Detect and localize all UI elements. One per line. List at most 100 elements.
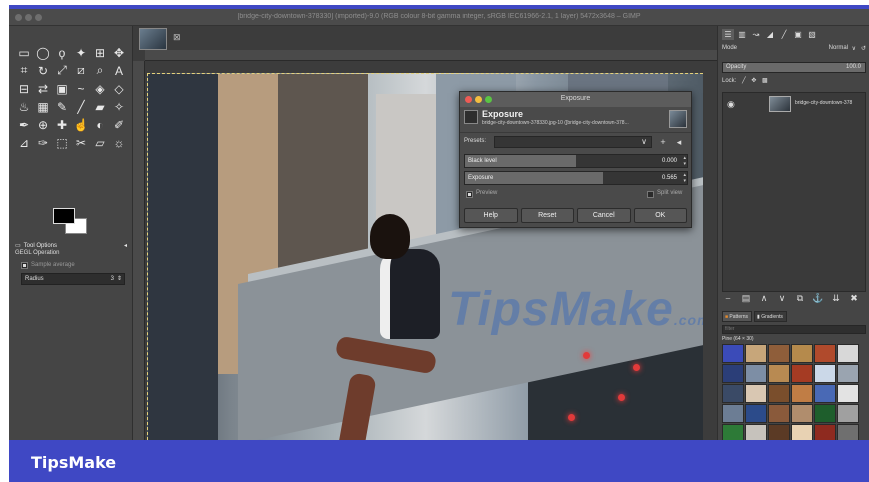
eraser-icon[interactable]: ▰ [91, 98, 109, 115]
foreground-select-icon[interactable]: ⬚ [53, 134, 71, 151]
chevron-down-icon[interactable]: ∨ [641, 137, 647, 146]
reset-mode-icon[interactable]: ↺ [861, 45, 866, 52]
shear-icon[interactable]: ⧄ [72, 62, 90, 79]
fonts-tab-icon[interactable]: ▧ [806, 29, 818, 40]
pattern-swatch[interactable] [745, 384, 767, 403]
foreground-color-swatch[interactable] [53, 208, 75, 224]
lasso-icon[interactable]: ϙ [53, 44, 71, 61]
chevron-down-icon[interactable]: ∨ [852, 45, 856, 52]
pattern-swatch[interactable] [814, 344, 836, 363]
image-tab-icon[interactable]: ▣ [792, 29, 804, 40]
ok-button[interactable]: OK [633, 208, 687, 223]
patterns-tab[interactable]: ■ Patterns [722, 311, 753, 322]
pattern-swatch[interactable] [791, 364, 813, 383]
pattern-swatch[interactable] [814, 404, 836, 423]
airbrush-icon[interactable]: ✧ [110, 98, 128, 115]
image-tab-thumbnail[interactable] [139, 28, 167, 50]
new-layer-group-icon[interactable]: ⎯ [722, 292, 734, 304]
lock-pixels-icon[interactable]: ╱ [742, 78, 746, 84]
horizontal-ruler[interactable] [145, 50, 717, 61]
pattern-filter-input[interactable]: filter [722, 325, 866, 334]
align-icon[interactable]: ⊟ [15, 80, 33, 97]
presets-combo[interactable]: ∨ [494, 136, 652, 148]
pattern-swatch[interactable] [768, 344, 790, 363]
brush-tab-icon[interactable]: ╱ [778, 29, 790, 40]
pattern-swatch[interactable] [745, 344, 767, 363]
reset-button[interactable]: Reset [520, 208, 574, 223]
pattern-swatch[interactable] [768, 384, 790, 403]
rotate-icon[interactable]: ↻ [34, 62, 52, 79]
layers-tab-icon[interactable]: ☰ [722, 29, 734, 40]
sample-average-row[interactable]: Sample average [21, 260, 125, 271]
vertical-ruler[interactable] [133, 61, 145, 440]
preview-checkbox[interactable] [466, 191, 473, 198]
sample-average-checkbox[interactable] [21, 262, 28, 269]
eye-icon[interactable]: ◉ [727, 99, 735, 110]
pencil-icon[interactable]: ✎ [53, 98, 71, 115]
pattern-swatch[interactable] [722, 404, 744, 423]
radius-spin-icon[interactable]: ⇕ [117, 274, 122, 284]
by-color-select-icon[interactable]: ⊞ [91, 44, 109, 61]
clone-icon[interactable]: ⊕ [34, 116, 52, 133]
opacity-slider[interactable]: Opacity 100.0 [722, 62, 866, 73]
text-icon[interactable]: A [110, 62, 128, 79]
exposure-slider[interactable]: Exposure 0.565 ▴ ▾ [464, 171, 688, 185]
cancel-button[interactable]: Cancel [577, 208, 631, 223]
tool-options-menu-icon[interactable]: ◂ [124, 242, 127, 249]
move-icon[interactable]: ✥ [110, 44, 128, 61]
paths-icon[interactable]: ✑ [34, 134, 52, 151]
pattern-swatch[interactable] [745, 404, 767, 423]
handle-transform-icon[interactable]: ◇ [110, 80, 128, 97]
dodge-icon[interactable]: ◐ [91, 116, 109, 133]
pattern-swatch[interactable] [722, 344, 744, 363]
radius-field[interactable]: Radius 3 ⇕ [21, 273, 125, 285]
pattern-swatch[interactable] [814, 384, 836, 403]
gradient-icon[interactable]: ▦ [34, 98, 52, 115]
split-view-checkbox[interactable] [647, 191, 654, 198]
help-button[interactable]: Help [464, 208, 518, 223]
pattern-swatch[interactable] [745, 364, 767, 383]
paths-tab-icon[interactable]: ↝ [750, 29, 762, 40]
pattern-swatch[interactable] [814, 364, 836, 383]
pattern-swatch[interactable] [837, 404, 859, 423]
delete-layer-icon[interactable]: ✖ [848, 292, 860, 304]
undo-tab-icon[interactable]: ◢ [764, 29, 776, 40]
paint-bucket-icon[interactable]: ♨ [15, 98, 33, 115]
gradients-tab[interactable]: ▮ Gradients [754, 311, 787, 322]
transform-3d-icon[interactable]: ☼ [110, 134, 128, 151]
black-level-slider[interactable]: Black level 0.000 ▴ ▾ [464, 154, 688, 168]
add-preset-icon[interactable]: + [656, 136, 670, 148]
black-level-spin-icon[interactable]: ▴ ▾ [683, 155, 686, 167]
exposure-spin-icon[interactable]: ▴ ▾ [683, 172, 686, 184]
raise-layer-icon[interactable]: ∧ [758, 292, 770, 304]
merge-layer-icon[interactable]: ⇊ [830, 292, 842, 304]
close-image-tab-icon[interactable]: ⊠ [173, 32, 181, 43]
ellipse-select-icon[interactable]: ◯ [34, 44, 52, 61]
ink-icon[interactable]: ✒ [15, 116, 33, 133]
fuzzy-select-icon[interactable]: ✦ [72, 44, 90, 61]
pattern-swatch[interactable] [837, 364, 859, 383]
pattern-swatch[interactable] [837, 384, 859, 403]
scale-icon[interactable]: ⤢ [53, 62, 71, 79]
lock-position-icon[interactable]: ✥ [751, 78, 756, 84]
mode-value[interactable]: Normal [829, 45, 848, 51]
paintbrush-icon[interactable]: ╱ [72, 98, 90, 115]
lower-layer-icon[interactable]: ∨ [776, 292, 788, 304]
pattern-swatch[interactable] [791, 384, 813, 403]
pattern-swatch[interactable] [791, 344, 813, 363]
smudge-icon[interactable]: ☝ [72, 116, 90, 133]
pattern-swatch[interactable] [791, 404, 813, 423]
measure-icon[interactable]: ⊿ [15, 134, 33, 151]
pattern-swatch[interactable] [768, 364, 790, 383]
pattern-swatch[interactable] [722, 384, 744, 403]
zoom-icon[interactable]: ⌕ [91, 62, 109, 79]
unified-transform-icon[interactable]: ◈ [91, 80, 109, 97]
pattern-swatch[interactable] [768, 404, 790, 423]
cage-icon[interactable]: ▣ [53, 80, 71, 97]
color-picker-icon[interactable]: ✐ [110, 116, 128, 133]
scissors-icon[interactable]: ✂ [72, 134, 90, 151]
layers-list[interactable]: ◉ bridge-city-downtown-378 [722, 92, 866, 292]
duplicate-layer-icon[interactable]: ⧉ [794, 292, 806, 304]
flip-icon[interactable]: ⇄ [34, 80, 52, 97]
mode-row[interactable]: Mode Normal ∨ ↺ [722, 45, 866, 57]
